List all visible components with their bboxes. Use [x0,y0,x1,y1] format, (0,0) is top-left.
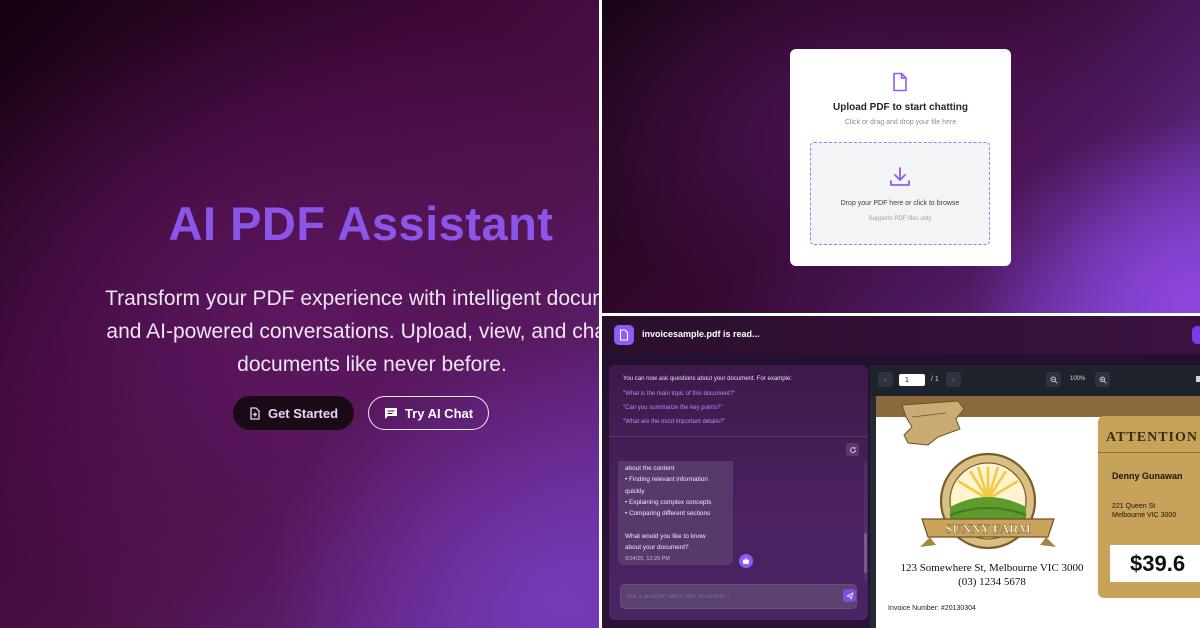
hero-subtitle: Transform your PDF experience with intel… [0,282,600,381]
upload-title: Upload PDF to start chatting [833,102,968,113]
document-icon [619,329,629,341]
message-line: quickly [625,487,645,495]
chat-scrollbar-thumb[interactable] [864,533,867,573]
recipient-name: Denny Gunawan [1112,471,1183,481]
upload-hint: Click or drag and drop your file here [844,119,957,126]
example-question[interactable]: "What are the most important details?" [623,419,725,425]
page-total: / 1 [931,376,939,383]
sunny-farm-logo: SUNNY FARM [920,452,1056,550]
example-question[interactable]: "Can you summarize the key points?" [623,405,723,411]
bot-avatar [739,554,753,568]
send-button[interactable] [843,589,856,602]
example-question[interactable]: "What is the main topic of this document… [623,391,735,397]
message-line [625,519,726,530]
prev-page-button[interactable]: ‹ [878,372,893,387]
ai-message-bubble: about the content • Finding relevant inf… [618,461,733,565]
zoom-level: 100% [1070,376,1086,382]
chat-panel: invoicesample.pdf is read... You can now… [602,316,1200,628]
next-page-button[interactable]: › [946,372,961,387]
hero-subtitle-line: and AI-powered conversations. Upload, vi… [106,320,600,343]
try-ai-chat-label: Try AI Chat [404,405,474,421]
file-badge [614,325,634,345]
hero-panel: AI PDF Assistant Transform your PDF expe… [0,0,600,628]
chevron-left-icon: ‹ [884,375,887,384]
farm-address: 123 Somewhere St, Melbourne VIC 3000 (03… [876,561,1108,589]
hero-title: AI PDF Assistant [168,197,554,250]
header-action-button[interactable] [1192,326,1200,344]
hero-subtitle-line: documents like never before. [237,353,507,376]
refresh-icon [849,446,856,453]
pdf-viewer: ‹ / 1 › 100% [870,365,1200,628]
recipient-address-line: 221 Queen St [1112,503,1156,510]
zoom-out-button[interactable] [1046,372,1061,387]
file-plus-icon [250,406,260,420]
get-started-label: Get Started [267,405,339,421]
send-icon [846,592,853,599]
dropzone-label: Drop your PDF here or click to browse [840,200,960,207]
farm-phone: (03) 1234 5678 [958,576,1026,588]
recipient-address-line: Melbourne VIC 3000 [1112,512,1177,519]
farm-address-line: 123 Somewhere St, Melbourne VIC 3000 [900,562,1084,574]
chat-intro: You can now ask questions about your doc… [623,376,792,382]
document-icon [893,72,907,92]
get-started-button[interactable]: Get Started [233,396,354,430]
message-line: about the content [625,465,675,472]
document-title: invoicesample.pdf is read... [642,329,760,339]
chat-sidebar: You can now ask questions about your doc… [609,365,868,620]
message-timestamp: 9/24/25, 12:25 PM [625,556,670,563]
dropzone-support-text: Supports PDF files only [868,216,932,222]
pdf-dropzone[interactable]: Drop your PDF here or click to browse Su… [810,142,990,245]
chat-header: invoicesample.pdf is read... [602,316,1200,354]
zoom-in-icon [1099,376,1107,384]
try-ai-chat-button[interactable]: Try AI Chat [368,396,489,430]
ribbon-banner-icon [901,400,965,446]
upload-panel: Upload PDF to start chatting Click or dr… [602,0,1200,313]
pdf-page: SUNNY FARM ATTENTION Denny Gunawan 221 Q… [876,396,1200,628]
divider [609,436,868,437]
chat-bubble-icon [384,407,397,419]
upload-card: Upload PDF to start chatting Click or dr… [790,49,1011,266]
message-line: about your document? [625,544,689,552]
refresh-button[interactable] [846,443,859,456]
attention-box: ATTENTION Denny Gunawan 221 Queen St Mel… [1098,416,1200,598]
chevron-right-icon: › [952,375,955,384]
message-line: What would you like to know [625,532,706,540]
hero-subtitle-line: Transform your PDF experience with intel… [105,287,600,310]
divider [1098,452,1200,453]
bot-icon [743,557,749,564]
message-line: • Explaining complex concepts [625,498,712,506]
page-number-input[interactable] [899,374,925,386]
pdf-toolbar: ‹ / 1 › 100% [870,365,1200,396]
message-line: • Finding relevant information [625,476,708,484]
message-line: • Comparing different sections [625,510,711,518]
amount-due: $39.6 [1110,545,1200,582]
more-options-icon[interactable] [1196,376,1200,382]
chat-input[interactable] [620,584,857,609]
invoice-number: Invoice Number: #20130304 [888,605,976,612]
zoom-out-icon [1050,376,1058,384]
attention-title: ATTENTION [1106,430,1198,445]
download-icon [890,167,910,186]
logo-text: SUNNY FARM [945,521,1031,536]
recipient-address: 221 Queen St Melbourne VIC 3000 [1112,502,1176,520]
zoom-in-button[interactable] [1095,372,1110,387]
